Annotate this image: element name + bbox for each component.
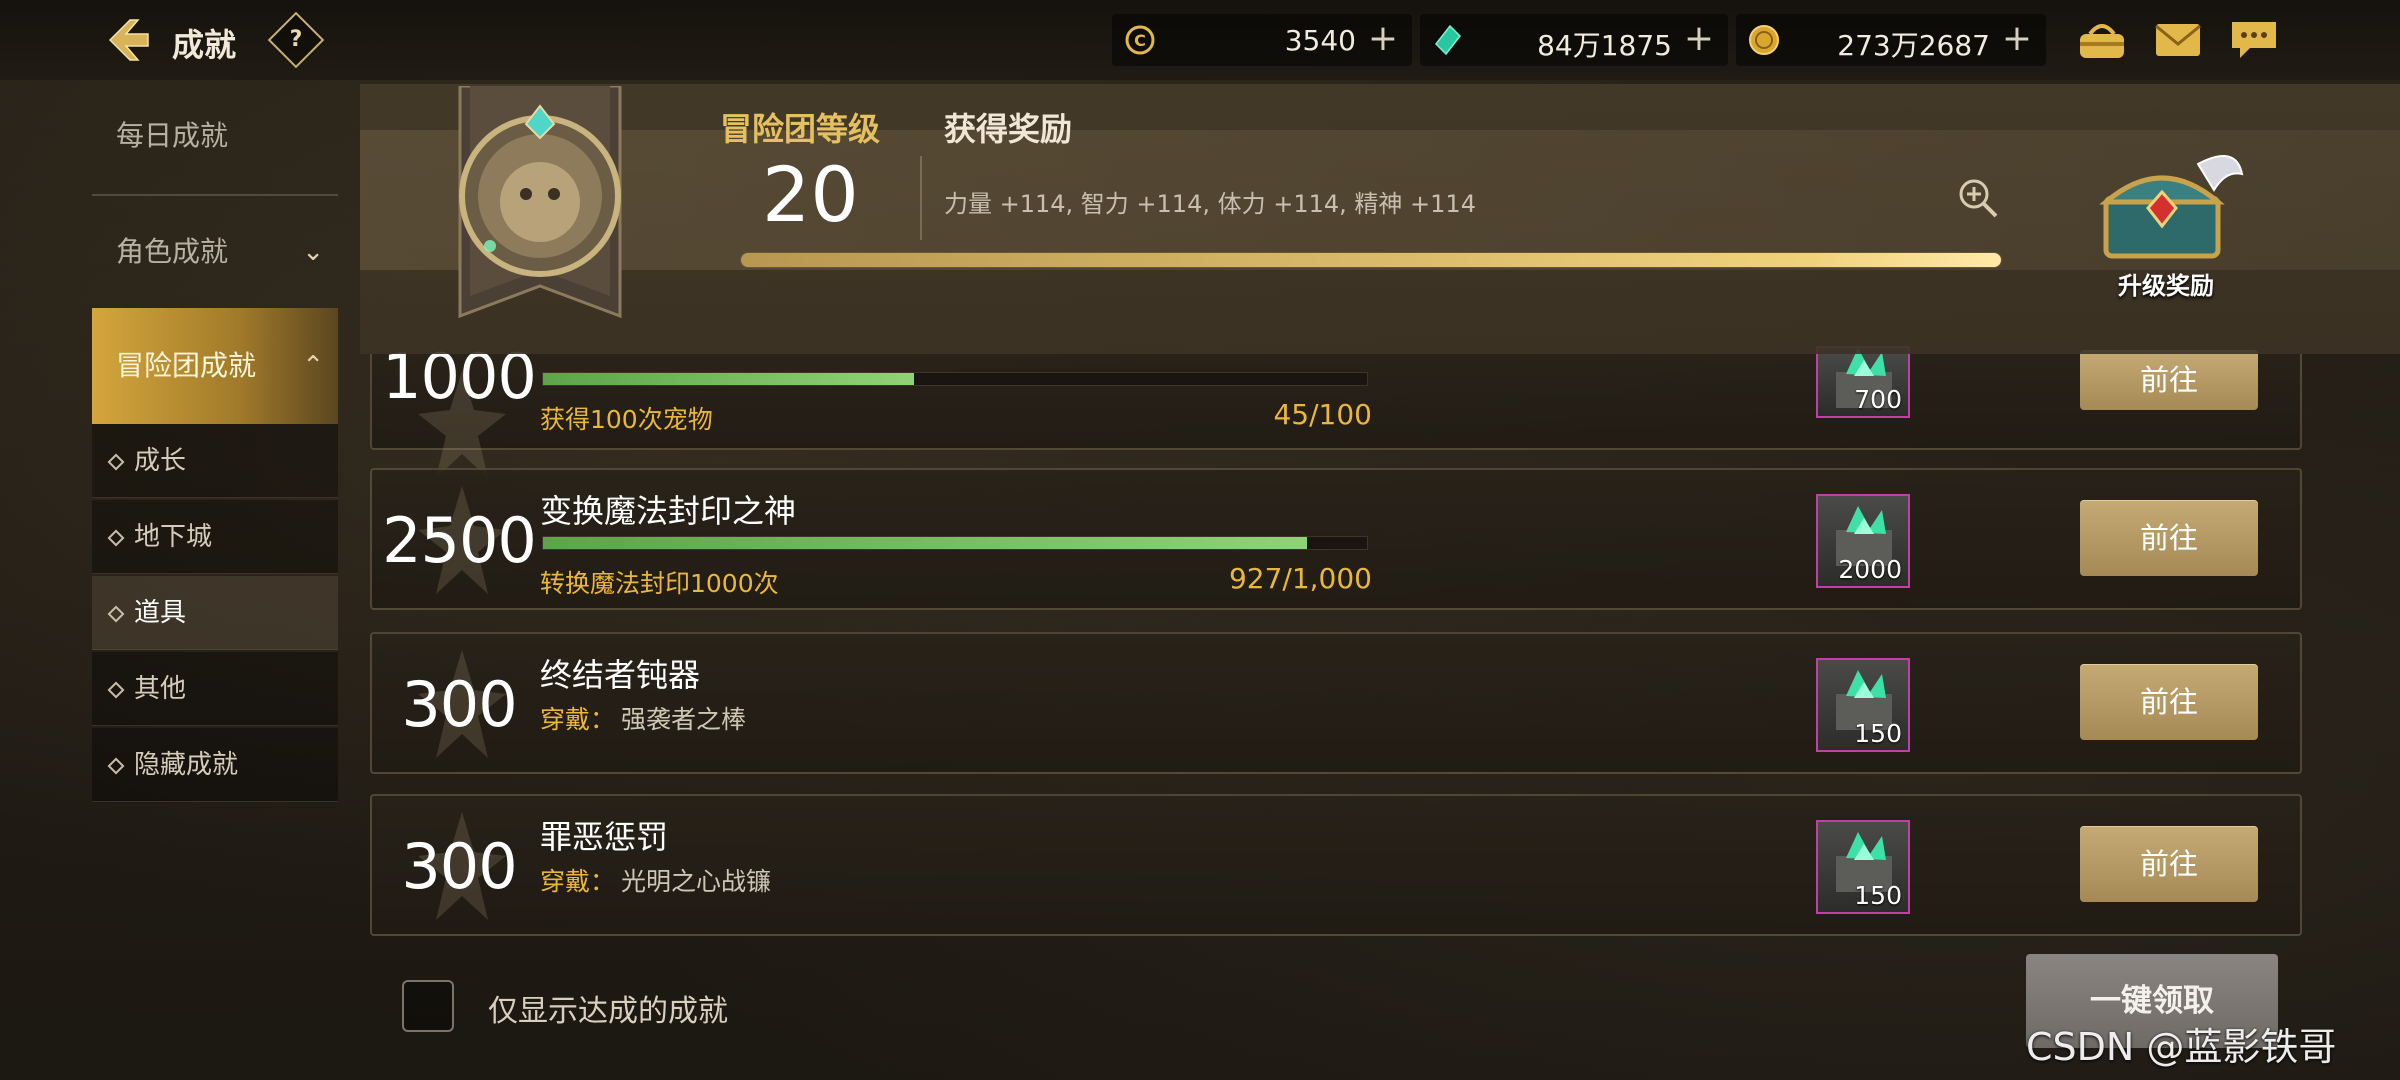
achievement-progress-fill (543, 373, 914, 385)
sidebar-category-label: 冒险团成就 (116, 349, 257, 382)
page-title: 成就 (172, 26, 237, 64)
goto-button[interactable]: 前往 (2080, 826, 2258, 902)
achievement-name: 罪恶惩罚 (540, 818, 669, 856)
mail-icon[interactable] (2152, 16, 2204, 64)
sidebar-category-adventure[interactable]: 冒险团成就 ⌃ (92, 308, 338, 424)
adventure-level-progress-bar (740, 252, 2002, 268)
sidebar-item-dungeon[interactable]: 地下城 (92, 500, 338, 574)
sidebar-item-label: 其他 (134, 674, 187, 704)
diamond-bullet-icon (107, 529, 125, 546)
reward-crystal-item[interactable]: 2000 (1816, 494, 1910, 588)
chevron-down-icon: ⌄ (302, 237, 324, 267)
achievement-condition-value: 强袭者之棒 (621, 705, 747, 734)
reward-quantity: 2000 (1838, 555, 1902, 584)
currency-gold-add-button[interactable]: + (2002, 18, 2032, 59)
reward-crystal-item[interactable]: 150 (1816, 658, 1910, 752)
achievement-progress-fill (543, 537, 1307, 549)
goto-button[interactable]: 前往 (2080, 664, 2258, 740)
top-bar: 成就 ? C 3540 + 84万1875 + 273万2687 + (0, 0, 2400, 80)
diamond-bullet-icon (107, 605, 125, 622)
adventure-level-value: 20 (762, 150, 859, 239)
achievement-name: 终结者钝器 (540, 656, 701, 694)
sidebar-item-hidden[interactable]: 隐藏成就 (92, 728, 338, 802)
reward-quantity: 700 (1854, 385, 1902, 414)
achievement-condition-text: 转换魔法封印1000次 (540, 569, 779, 598)
achievement-condition: 穿戴： 强袭者之棒 (540, 700, 746, 736)
goto-button[interactable]: 前往 (2080, 350, 2258, 410)
adventure-level-progress-fill (741, 253, 2001, 267)
sidebar-item-items[interactable]: 道具 (92, 576, 338, 650)
sidebar-item-growth[interactable]: 成长 (92, 424, 338, 498)
achievement-progress-text: 927/1,000 (1228, 562, 1372, 595)
reward-stats: 力量 +114, 智力 +114, 体力 +114, 精神 +114 (944, 190, 1476, 218)
sidebar-item-label: 成长 (134, 446, 187, 476)
achievement-row: 300 罪恶惩罚 穿戴： 光明之心战镰 150 前往 (370, 794, 2302, 936)
treasure-chest-icon[interactable] (2086, 144, 2246, 262)
show-completed-checkbox[interactable] (402, 980, 454, 1032)
reward-label: 获得奖励 (944, 110, 1073, 148)
upgrade-reward-label: 升级奖励 (2118, 272, 2214, 300)
currency-gold-value: 273万2687 (1837, 29, 1990, 62)
achievement-row: 1000 获得100次宠物 45/100 700 前往 (370, 340, 2302, 478)
sidebar-item-label: 地下城 (134, 522, 213, 552)
sidebar-item-label: 道具 (134, 598, 187, 628)
divider (920, 156, 922, 240)
currency-c-add-button[interactable]: + (1368, 18, 1398, 59)
sidebar-category-character[interactable]: 角色成就 ⌄ (92, 194, 338, 306)
achievement-progress-bar (542, 536, 1368, 550)
sidebar: 每日成就 角色成就 ⌄ 冒险团成就 ⌃ 成长 地下城 道具 其他 隐藏成就 (92, 80, 338, 802)
currency-gold-counter: 273万2687 + (1736, 14, 2046, 66)
currency-c-counter: C 3540 + (1112, 14, 1412, 66)
achievement-condition-text: 获得100次宠物 (540, 405, 713, 434)
currency-c-value: 3540 (1284, 24, 1356, 57)
svg-text:C: C (1134, 31, 1146, 50)
adventure-level-label: 冒险团等级 (720, 110, 881, 148)
achievement-row: 2500 变换魔法封印之神 转换魔法封印1000次 927/1,000 2000… (370, 468, 2302, 610)
help-icon: ? (289, 27, 303, 52)
adventure-emblem-icon (458, 86, 622, 319)
sidebar-item-label: 隐藏成就 (134, 750, 239, 780)
reward-quantity: 150 (1854, 719, 1902, 748)
achievement-condition-text: 穿戴： (540, 705, 616, 734)
achievement-condition-value: 光明之心战镰 (621, 867, 772, 896)
currency-crystal-value: 84万1875 (1537, 29, 1672, 62)
achievement-progress-text: 45/100 (1273, 398, 1372, 431)
chevron-up-icon: ⌃ (302, 351, 324, 381)
goto-button[interactable]: 前往 (2080, 500, 2258, 576)
help-button[interactable]: ? (267, 11, 325, 69)
achievement-row: 300 终结者钝器 穿戴： 强袭者之棒 150 前往 (370, 632, 2302, 774)
sidebar-category-daily[interactable]: 每日成就 (92, 80, 338, 192)
back-arrow-icon[interactable] (100, 12, 156, 68)
chat-icon[interactable] (2228, 16, 2280, 64)
diamond-bullet-icon (107, 453, 125, 470)
diamond-bullet-icon (107, 757, 125, 774)
achievement-condition-text: 穿戴： (540, 867, 616, 896)
sidebar-item-other[interactable]: 其他 (92, 652, 338, 726)
currency-crystal-counter: 84万1875 + (1420, 14, 1728, 66)
achievement-condition: 转换魔法封印1000次 (540, 564, 779, 600)
sidebar-category-label: 角色成就 (116, 235, 229, 268)
diamond-bullet-icon (107, 681, 125, 698)
reward-crystal-item[interactable]: 150 (1816, 820, 1910, 914)
achievement-points: 2500 (382, 504, 537, 577)
coin-c-icon: C (1125, 25, 1155, 55)
crystal-icon (1435, 24, 1461, 56)
shop-bag-icon[interactable] (2076, 16, 2128, 64)
zoom-in-icon[interactable] (1956, 176, 2000, 220)
watermark-text: CSDN @蓝影铁哥 (2026, 1025, 2337, 1069)
gold-coin-icon (1749, 25, 1779, 55)
achievement-points: 300 (401, 668, 517, 741)
achievement-condition: 获得100次宠物 (540, 400, 713, 436)
reward-quantity: 150 (1854, 881, 1902, 910)
currency-crystal-add-button[interactable]: + (1684, 18, 1714, 59)
achievement-condition: 穿戴： 光明之心战镰 (540, 862, 771, 898)
achievement-progress-bar (542, 372, 1368, 386)
sidebar-category-label: 每日成就 (116, 119, 229, 152)
show-completed-label: 仅显示达成的成就 (488, 994, 728, 1029)
achievement-name: 变换魔法封印之神 (540, 492, 797, 530)
reward-crystal-item[interactable]: 700 (1816, 346, 1910, 418)
achievement-points: 300 (401, 830, 517, 903)
